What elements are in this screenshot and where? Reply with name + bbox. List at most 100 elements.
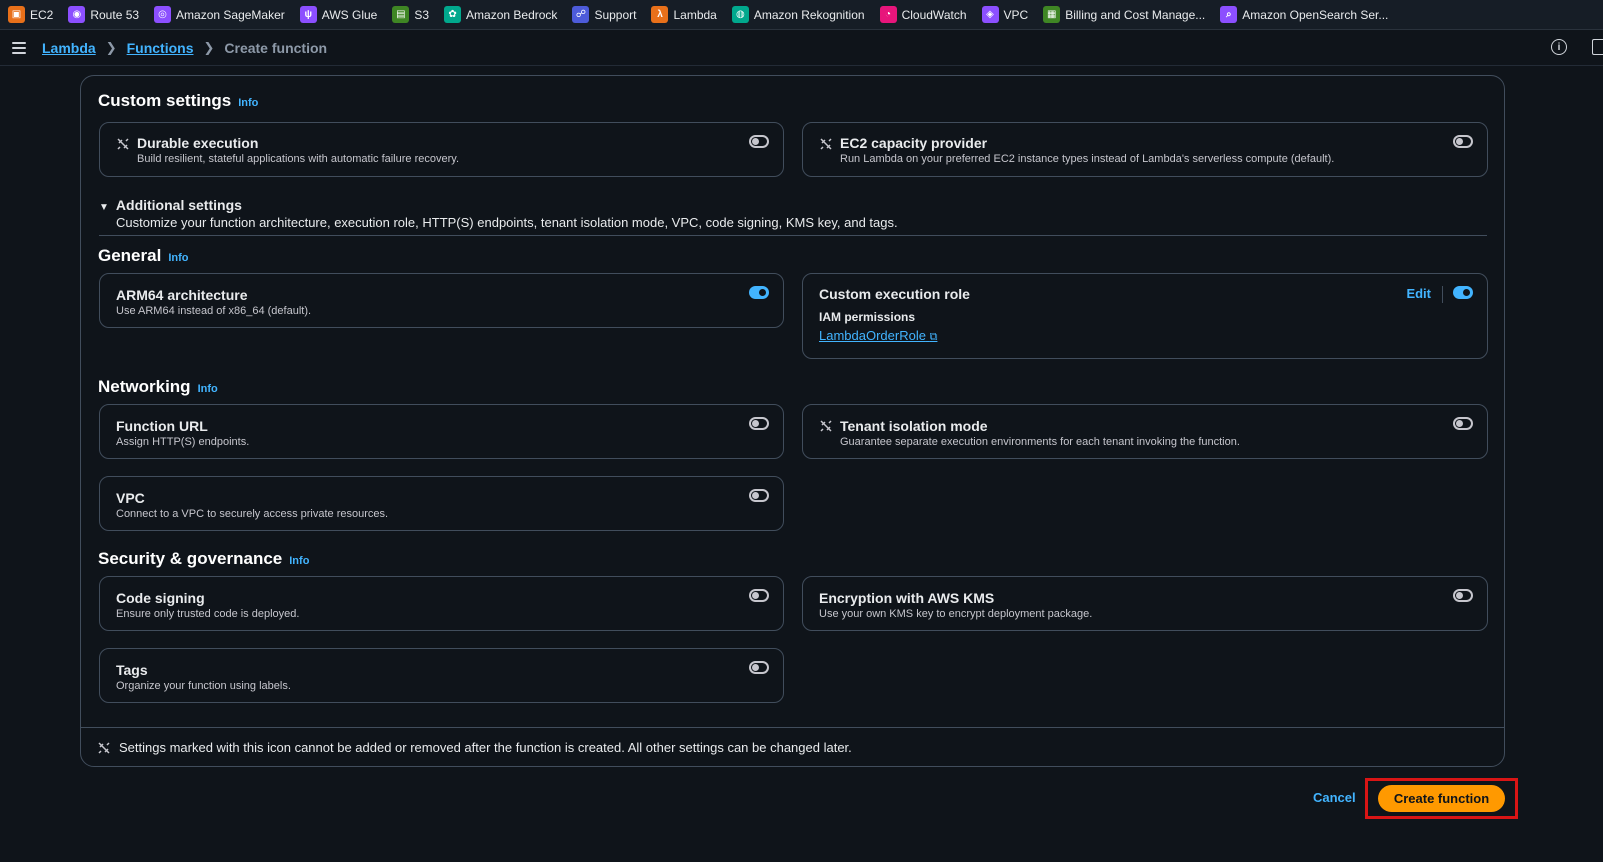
service-icon: ◉ <box>68 6 86 23</box>
tags-card: Tags Organize your function using labels… <box>99 648 784 703</box>
service-icon: ✿ <box>444 6 462 23</box>
immutable-setting-icon <box>117 138 129 150</box>
security-heading: Security & governance Info <box>98 549 309 569</box>
code-signing-toggle[interactable] <box>749 589 769 602</box>
card-title: Tenant isolation mode <box>840 418 988 434</box>
divider <box>99 235 1487 236</box>
favorite-item[interactable]: ✿ Amazon Bedrock <box>436 0 564 29</box>
favorite-item[interactable]: ◎ Amazon SageMaker <box>146 0 292 29</box>
favorite-label: Amazon Rekognition <box>753 7 865 22</box>
favorite-item[interactable]: ◔ CloudWatch <box>872 0 974 29</box>
networking-heading: Networking Info <box>98 377 218 397</box>
favorite-item[interactable]: ψ AWS Glue <box>292 0 385 29</box>
code-signing-card: Code signing Ensure only trusted code is… <box>99 576 784 631</box>
card-description: Use ARM64 instead of x86_64 (default). <box>116 305 312 317</box>
service-icon: λ <box>651 6 669 23</box>
favorite-item[interactable]: ◉ Route 53 <box>60 0 146 29</box>
function-url-toggle[interactable] <box>749 417 769 430</box>
function-url-card: Function URL Assign HTTP(S) endpoints. <box>99 404 784 459</box>
immutable-setting-icon <box>820 420 832 432</box>
card-title: Tags <box>116 662 148 678</box>
favorite-item[interactable]: ▣ EC2 <box>0 0 60 29</box>
durable-execution-toggle[interactable] <box>749 135 769 148</box>
favorite-label: Amazon SageMaker <box>176 7 285 22</box>
service-icon: ▦ <box>1043 6 1061 23</box>
card-description: Use your own KMS key to encrypt deployme… <box>819 608 1093 620</box>
general-title: General <box>98 246 162 265</box>
card-description: Ensure only trusted code is deployed. <box>116 608 300 620</box>
tenant-isolation-card: Tenant isolation mode Guarantee separate… <box>802 404 1488 459</box>
favorite-item[interactable]: λ Lambda <box>643 0 723 29</box>
favorite-item[interactable]: ☍ Support <box>564 0 643 29</box>
favorite-item[interactable]: ▤ S3 <box>384 0 436 29</box>
service-icon: ▣ <box>8 6 25 23</box>
chevron-right-icon: ❯ <box>105 39 117 55</box>
tenant-isolation-toggle[interactable] <box>1453 417 1473 430</box>
favorite-label: S3 <box>414 7 430 22</box>
feedback-icon[interactable] <box>1592 39 1603 55</box>
vpc-card: VPC Connect to a VPC to securely access … <box>99 476 784 531</box>
card-title: ARM64 architecture <box>116 287 248 303</box>
custom-settings-title: Custom settings <box>98 91 232 110</box>
custom-execution-role-card: Custom execution role Edit IAM permissio… <box>802 273 1488 359</box>
ec2-capacity-provider-toggle[interactable] <box>1453 135 1473 148</box>
info-link[interactable]: Info <box>289 555 309 567</box>
favorite-label: EC2 <box>30 7 54 22</box>
service-icon: ◎ <box>154 6 172 23</box>
card-title: EC2 capacity provider <box>840 135 988 151</box>
favorite-label: CloudWatch <box>901 7 967 22</box>
custom-execution-role-toggle[interactable] <box>1453 286 1473 299</box>
service-icon: ◍ <box>731 6 749 23</box>
additional-settings-title: Additional settings <box>115 197 242 213</box>
networking-title: Networking <box>98 377 191 396</box>
edit-role-link[interactable]: Edit <box>1406 286 1431 301</box>
favorite-item[interactable]: ⌕ Amazon OpenSearch Ser... <box>1212 0 1395 29</box>
service-icon: ψ <box>299 6 317 23</box>
role-name: LambdaOrderRole <box>819 328 926 343</box>
info-icon[interactable]: i <box>1551 39 1567 55</box>
favorite-label: Route 53 <box>90 7 140 22</box>
favorite-label: AWS Glue <box>321 7 378 22</box>
favorite-label: VPC <box>1003 7 1029 22</box>
arm64-architecture-toggle[interactable] <box>749 286 769 299</box>
service-icon: ◈ <box>981 6 999 23</box>
info-link[interactable]: Info <box>198 383 218 395</box>
card-title: Encryption with AWS KMS <box>819 590 995 606</box>
vpc-toggle[interactable] <box>749 489 769 502</box>
settings-panel: Custom settings Info Durable execution Bu… <box>80 75 1505 767</box>
immutable-setting-icon <box>820 138 832 150</box>
card-description: Build resilient, stateful applications w… <box>137 153 460 165</box>
service-icon: ☍ <box>572 6 590 23</box>
service-icon: ◔ <box>879 6 897 23</box>
additional-settings-description: Customize your function architecture, ex… <box>116 215 898 230</box>
breadcrumb-lambda[interactable]: Lambda <box>42 40 96 56</box>
info-link[interactable]: Info <box>238 97 258 109</box>
breadcrumb-functions[interactable]: Functions <box>127 40 194 56</box>
iam-permissions-label: IAM permissions <box>819 310 916 324</box>
favorite-label: Amazon Bedrock <box>466 7 558 22</box>
card-description: Guarantee separate execution environment… <box>840 436 1240 448</box>
favorite-item[interactable]: ◈ VPC <box>974 0 1036 29</box>
favorites-bar: ▣ EC2 ◉ Route 53 ◎ Amazon SageMaker ψ AWS Glue ▤… <box>0 0 1603 30</box>
favorite-item[interactable]: ▦ Billing and Cost Manage... <box>1035 0 1212 29</box>
favorite-label: Support <box>594 7 637 22</box>
additional-settings-expander[interactable]: ▼ Additional settings <box>99 197 242 213</box>
favorite-label: Lambda <box>673 7 717 22</box>
arm64-architecture-card: ARM64 architecture Use ARM64 instead of … <box>99 273 784 328</box>
kms-encryption-toggle[interactable] <box>1453 589 1473 602</box>
tags-toggle[interactable] <box>749 661 769 674</box>
breadcrumb-bar: Lambda ❯ Functions ❯ Create function i <box>0 30 1603 66</box>
custom-settings-heading: Custom settings Info <box>98 91 258 111</box>
external-link-icon: ⧉ <box>929 331 938 343</box>
highlight-box <box>1365 778 1518 819</box>
card-title: Function URL <box>116 418 208 434</box>
card-title: Durable execution <box>137 135 259 151</box>
hamburger-menu-icon[interactable] <box>12 41 26 54</box>
info-link[interactable]: Info <box>168 252 188 264</box>
general-heading: General Info <box>98 246 188 266</box>
favorite-item[interactable]: ◍ Amazon Rekognition <box>724 0 872 29</box>
cancel-button[interactable]: Cancel <box>1313 790 1356 805</box>
card-description: Organize your function using labels. <box>116 680 291 692</box>
role-link[interactable]: LambdaOrderRole ⧉ <box>819 328 937 344</box>
favorite-label: Billing and Cost Manage... <box>1065 7 1206 22</box>
